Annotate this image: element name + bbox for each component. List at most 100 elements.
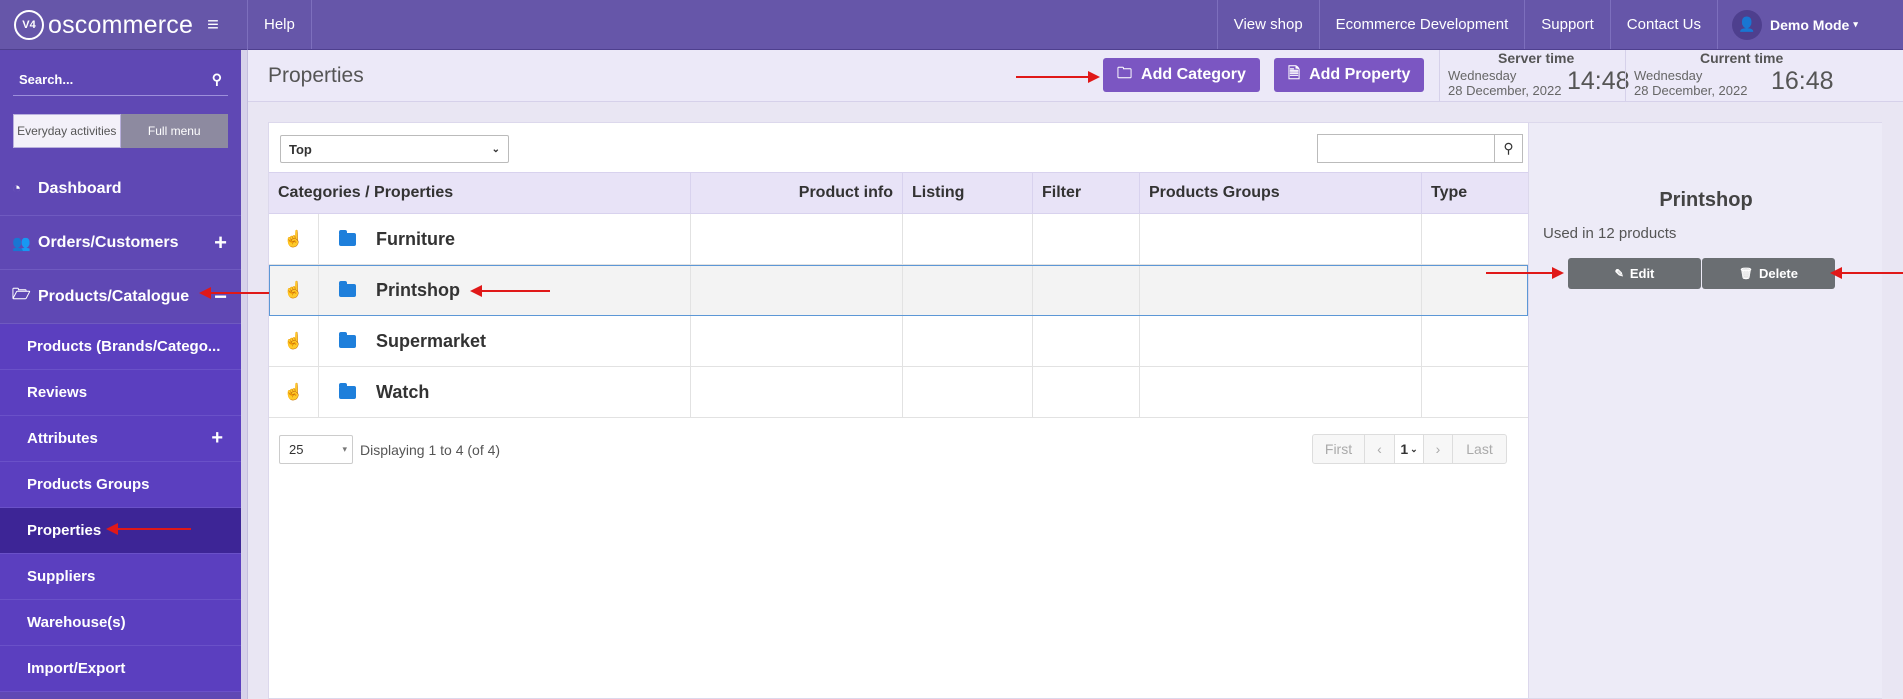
sidebar-subitem-warehouses[interactable]: Warehouse(s) — [0, 600, 241, 646]
current-time-value: 16:48 — [1771, 67, 1834, 95]
view-shop-link[interactable]: View shop — [1216, 0, 1319, 49]
help-link[interactable]: Help — [248, 0, 312, 49]
current-time-day: Wednesday — [1634, 68, 1703, 83]
chevron-down-icon: ⌄ — [1410, 443, 1418, 454]
logo[interactable]: V4 oscommerce ≡ — [0, 0, 248, 50]
sidebar-subitem-import-export[interactable]: Import/Export — [0, 646, 241, 692]
server-time-day: Wednesday — [1448, 68, 1517, 83]
sidebar-subitem-properties[interactable]: Properties — [0, 508, 241, 554]
collapse-minus-icon[interactable]: − — [214, 284, 227, 310]
last-page-button[interactable]: Last — [1453, 435, 1506, 463]
products-groups-cell — [1140, 265, 1422, 315]
column-header-filter[interactable]: Filter — [1033, 173, 1140, 213]
products-groups-cell — [1140, 367, 1422, 417]
drag-hand-icon[interactable]: ☝ — [269, 316, 319, 366]
folder-icon — [339, 280, 356, 297]
support-link[interactable]: Support — [1524, 0, 1610, 49]
full-menu-button[interactable]: Full menu — [120, 114, 228, 148]
page-size-area: 25 ▾ Displaying 1 to 4 (of 4) — [279, 435, 500, 464]
contact-us-link[interactable]: Contact Us — [1609, 0, 1717, 49]
product-info-cell — [691, 316, 903, 366]
page-size-select[interactable]: 25 ▾ — [279, 435, 353, 464]
chevron-down-icon: ⌄ — [491, 143, 500, 155]
sidebar-item-orders-customers[interactable]: 👥 Orders/Customers + — [0, 216, 241, 270]
pagination: First ‹ 1 ⌄ › Last — [1312, 434, 1507, 464]
pencil-icon: ✎ — [1614, 268, 1624, 280]
table-row[interactable]: ☝ Watch — [269, 367, 1528, 418]
product-info-cell — [691, 367, 903, 417]
current-page-select[interactable]: 1 ⌄ — [1395, 435, 1424, 463]
type-cell — [1422, 316, 1528, 366]
search-icon[interactable]: ⚲ — [212, 71, 222, 88]
type-cell — [1422, 367, 1528, 417]
sidebar-subitem-suppliers[interactable]: Suppliers — [0, 554, 241, 600]
logo-mark-icon: V4 — [14, 10, 44, 40]
filter-cell — [1033, 214, 1140, 264]
annotation-arrow — [470, 285, 550, 297]
table-row[interactable]: ☝ Supermarket — [269, 316, 1528, 367]
server-time-label: Server time — [1498, 50, 1575, 66]
sidebar-subitem-attributes[interactable]: Attributes + — [0, 416, 241, 462]
listing-cell — [903, 214, 1033, 264]
delete-label: Delete — [1758, 266, 1798, 281]
edit-button[interactable]: ✎ Edit — [1568, 258, 1701, 289]
ecommerce-development-link[interactable]: Ecommerce Development — [1318, 0, 1525, 49]
first-page-button[interactable]: First — [1313, 435, 1365, 463]
add-category-button[interactable]: 🗀 Add Category — [1103, 58, 1260, 92]
row-name: Printshop — [376, 279, 460, 300]
filter-cell — [1033, 265, 1140, 315]
row-name-cell[interactable]: Supermarket — [319, 316, 691, 366]
drag-hand-icon[interactable]: ☝ — [269, 367, 319, 417]
row-name-cell[interactable]: Furniture — [319, 214, 691, 264]
users-icon: 👥 — [12, 234, 31, 252]
column-header-product-info[interactable]: Product info — [691, 173, 903, 213]
row-name-cell[interactable]: Watch — [319, 367, 691, 417]
user-menu[interactable]: 👤 Demo Mode ▾ — [1717, 0, 1903, 49]
table-search-input[interactable] — [1317, 134, 1494, 163]
current-time-date: Wednesday 28 December, 2022 — [1634, 68, 1747, 98]
expand-plus-icon[interactable]: + — [214, 230, 227, 256]
table-search: ⚲ — [1317, 134, 1523, 163]
hamburger-menu-icon[interactable]: ≡ — [207, 14, 219, 37]
info-panel: Printshop Used in 12 products ✎ Edit 🗑 D… — [1528, 123, 1882, 698]
drag-hand-icon[interactable]: ☝ — [269, 214, 319, 264]
top-bar: V4 oscommerce ≡ Help View shop Ecommerce… — [0, 0, 1903, 50]
current-time-date-text: 28 December, 2022 — [1634, 83, 1748, 98]
column-header-type[interactable]: Type — [1422, 173, 1528, 213]
annotation-arrow — [106, 523, 191, 535]
dashboard-icon: ◔ — [12, 180, 22, 197]
file-icon: 🗎 — [1288, 64, 1301, 82]
column-header-listing[interactable]: Listing — [903, 173, 1033, 213]
folder-icon — [339, 229, 356, 246]
sidebar-item-label: Orders/Customers — [38, 233, 179, 251]
sidebar-subitem-products-groups[interactable]: Products Groups — [0, 462, 241, 508]
sidebar-subitem-reviews[interactable]: Reviews — [0, 370, 241, 416]
expand-plus-icon[interactable]: + — [211, 427, 223, 450]
products-groups-cell — [1140, 214, 1422, 264]
sidebar-item-dashboard[interactable]: ◔ Dashboard — [0, 162, 241, 216]
sidebar-subitem-products[interactable]: Products (Brands/Catego... — [0, 324, 241, 370]
current-time: Current time Wednesday 28 December, 2022… — [1625, 50, 1855, 102]
chevron-right-icon[interactable]: › — [1424, 435, 1453, 463]
logo-text: oscommerce — [48, 10, 194, 39]
delete-button[interactable]: 🗑 Delete — [1702, 258, 1835, 289]
drag-hand-icon[interactable]: ☝ — [269, 265, 319, 315]
type-cell — [1422, 214, 1528, 264]
table-row[interactable]: ☝ Furniture — [269, 214, 1528, 265]
listing-cell — [903, 367, 1033, 417]
sidebar-resize-handle[interactable] — [241, 50, 248, 699]
column-header-products-groups[interactable]: Products Groups — [1140, 173, 1422, 213]
category-tree-select[interactable]: Top ⌄ — [280, 135, 509, 163]
server-time: Server time Wednesday 28 December, 2022 … — [1439, 50, 1630, 102]
sidebar-search-placeholder: Search... — [19, 72, 74, 87]
sidebar-item-label: Products/Catalogue — [38, 287, 190, 305]
search-icon[interactable]: ⚲ — [1494, 134, 1523, 163]
edit-label: Edit — [1629, 266, 1655, 281]
column-header-categories[interactable]: Categories / Properties — [269, 173, 691, 213]
filter-cell — [1033, 367, 1140, 417]
everyday-activities-button[interactable]: Everyday activities — [13, 114, 121, 148]
chevron-left-icon[interactable]: ‹ — [1365, 435, 1395, 463]
add-property-button[interactable]: 🗎 Add Property — [1274, 58, 1425, 92]
table-row[interactable]: ☝ Printshop — [269, 265, 1528, 316]
sidebar-search[interactable]: Search... ⚲ — [13, 64, 228, 96]
